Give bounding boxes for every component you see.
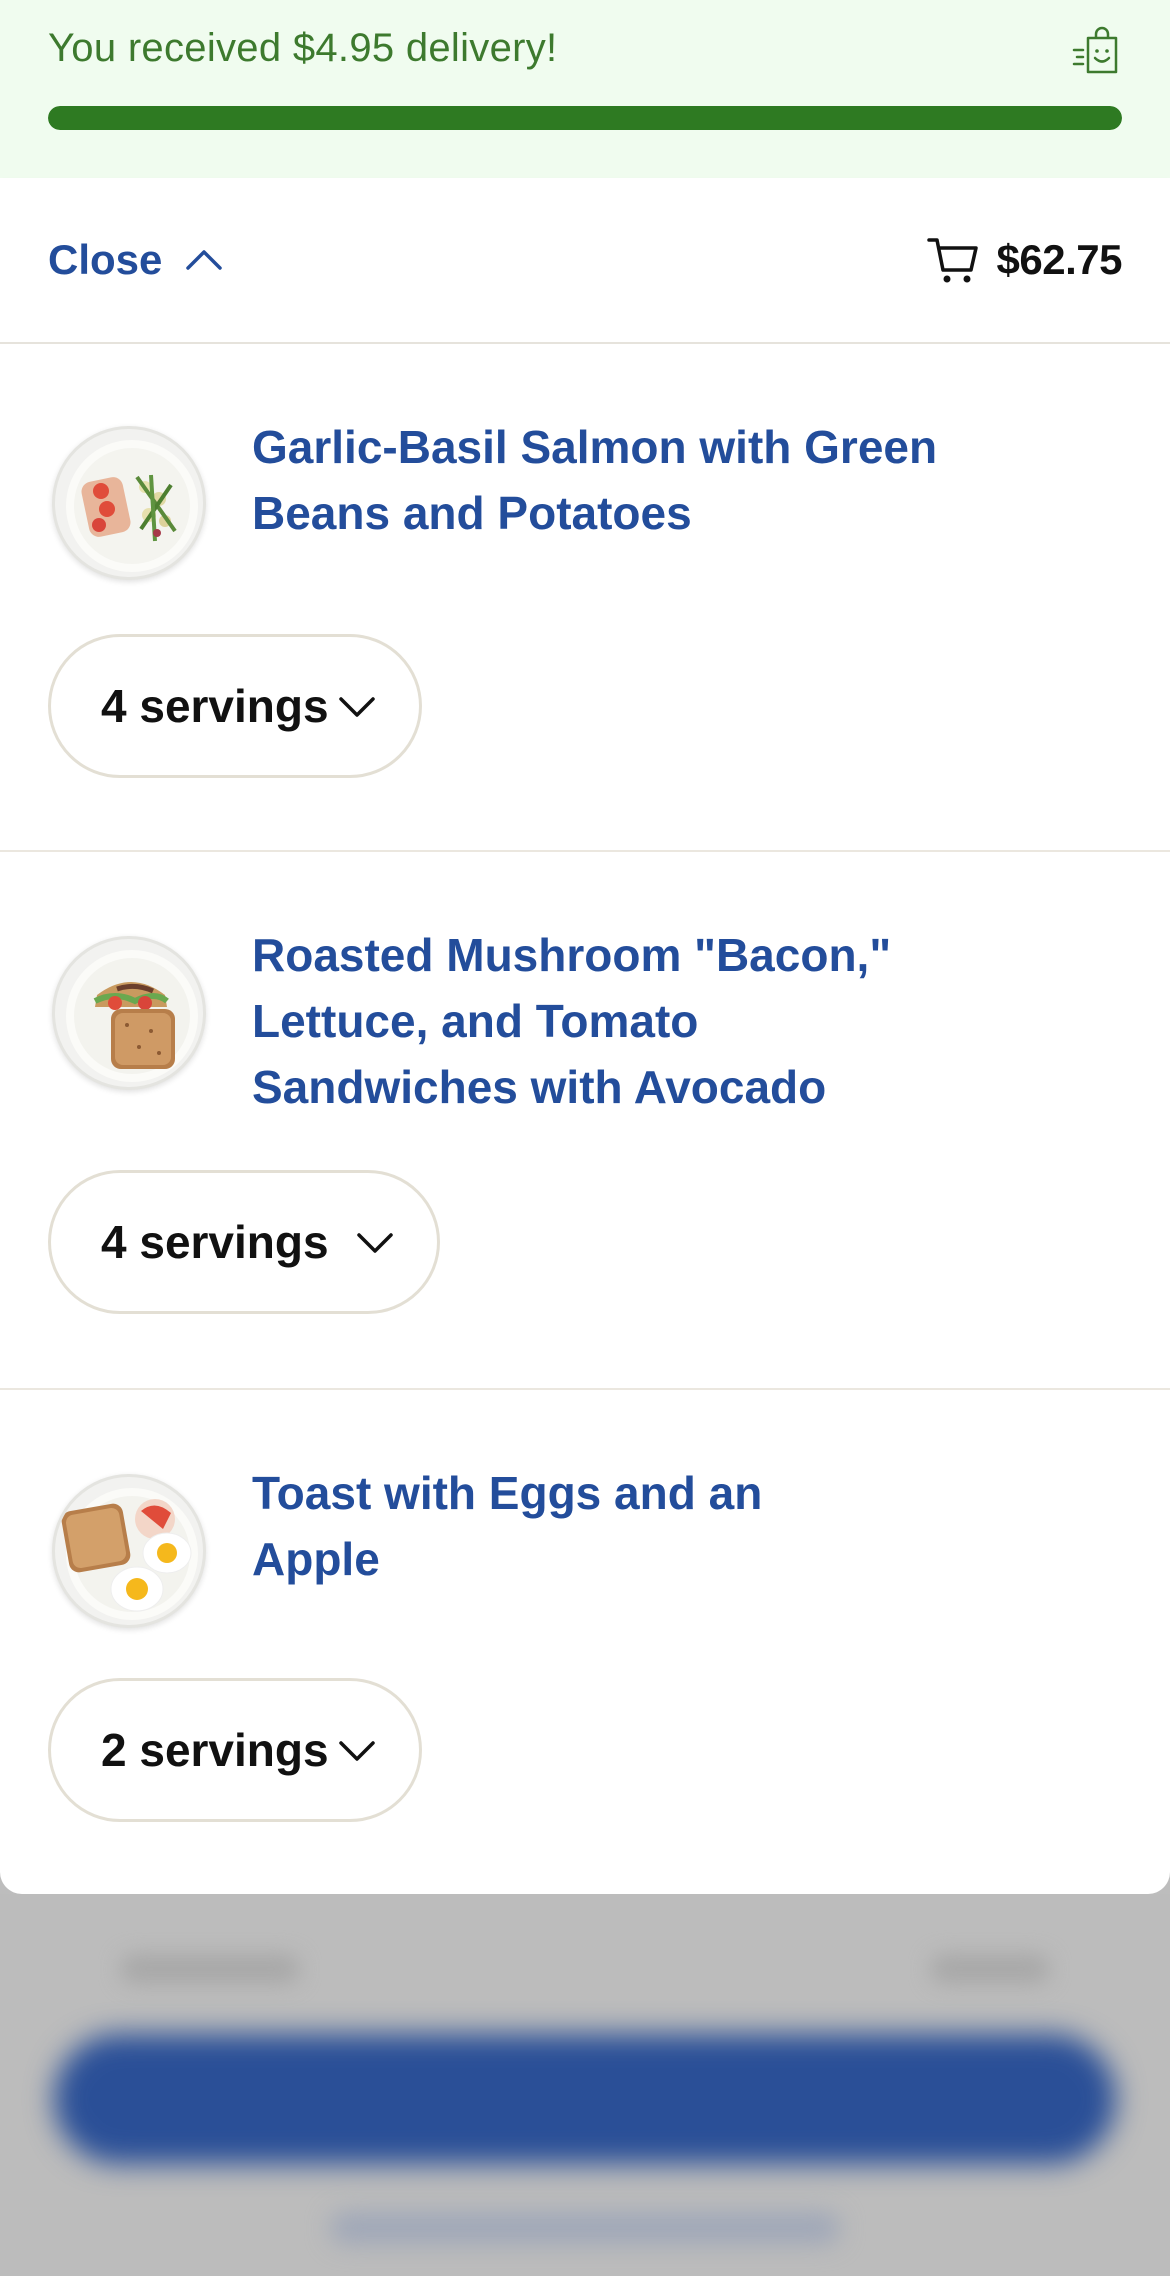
list-item: Roasted Mushroom "Bacon," Lettuce, and T… bbox=[0, 852, 1170, 1390]
servings-select[interactable]: 4 servings bbox=[48, 1170, 440, 1314]
servings-value: 4 servings bbox=[101, 1216, 329, 1268]
delivery-progress-bar bbox=[48, 106, 1122, 130]
recipe-title-link[interactable]: Toast with Eggs and an Apple bbox=[252, 1460, 812, 1592]
list-item: Garlic-Basil Salmon with Green Beans and… bbox=[0, 344, 1170, 852]
blurred-checkout-button bbox=[54, 2034, 1116, 2164]
recipe-title-link[interactable]: Roasted Mushroom "Bacon," Lettuce, and T… bbox=[252, 922, 972, 1120]
chevron-down-icon bbox=[339, 697, 375, 717]
servings-value: 4 servings bbox=[101, 680, 329, 732]
list-item: Toast with Eggs and an Apple 2 servings bbox=[0, 1390, 1170, 1894]
chevron-down-icon bbox=[339, 1741, 375, 1761]
cart-total[interactable]: $62.75 bbox=[926, 230, 1123, 290]
recipe-image-toast-eggs bbox=[52, 1474, 206, 1628]
recipe-image-blt-sandwich bbox=[52, 936, 206, 1090]
recipe-image-salmon bbox=[52, 426, 206, 580]
cart-amount: $62.75 bbox=[996, 236, 1123, 283]
cart-recipe-list: Garlic-Basil Salmon with Green Beans and… bbox=[0, 344, 1170, 1894]
cart-icon bbox=[926, 238, 978, 283]
shopping-bag-smile-icon bbox=[1072, 26, 1118, 74]
blurred-text bbox=[330, 2212, 840, 2244]
delivery-message: You received $4.95 delivery! bbox=[48, 26, 558, 70]
servings-select[interactable]: 2 servings bbox=[48, 1678, 422, 1822]
delivery-progress-fill bbox=[48, 106, 1122, 130]
chevron-down-icon bbox=[357, 1233, 393, 1253]
servings-value: 2 servings bbox=[101, 1724, 329, 1776]
delivery-banner: You received $4.95 delivery! bbox=[0, 0, 1170, 178]
servings-select[interactable]: 4 servings bbox=[48, 634, 422, 778]
blurred-text bbox=[930, 1954, 1050, 1984]
close-label: Close bbox=[48, 236, 163, 283]
blurred-text bbox=[120, 1954, 300, 1984]
close-button[interactable]: Close bbox=[48, 228, 224, 292]
chevron-up-icon bbox=[186, 250, 223, 270]
cart-header: Close $62.75 bbox=[0, 178, 1170, 344]
recipe-title-link[interactable]: Garlic-Basil Salmon with Green Beans and… bbox=[252, 414, 972, 546]
blurred-background bbox=[0, 1894, 1170, 2276]
